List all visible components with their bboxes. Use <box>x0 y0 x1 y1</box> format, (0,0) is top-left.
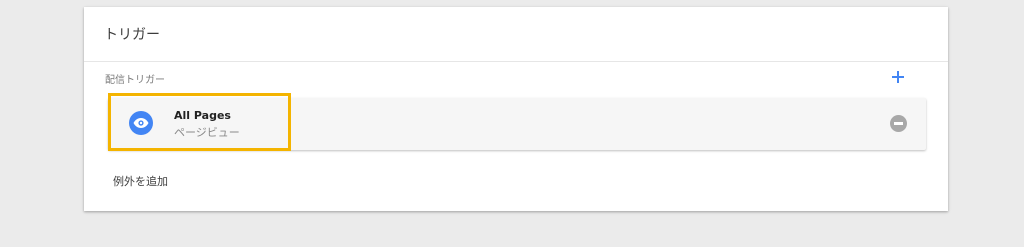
highlight-box <box>108 93 291 151</box>
plus-icon <box>892 71 904 83</box>
card-title: トリガー <box>104 27 160 43</box>
add-exception-link[interactable]: 例外を追加 <box>113 173 168 189</box>
add-trigger-button[interactable] <box>889 68 907 86</box>
firing-triggers-label: 配信トリガー <box>105 75 165 86</box>
remove-circle-icon[interactable] <box>890 115 907 132</box>
card-header: トリガー <box>84 7 948 62</box>
